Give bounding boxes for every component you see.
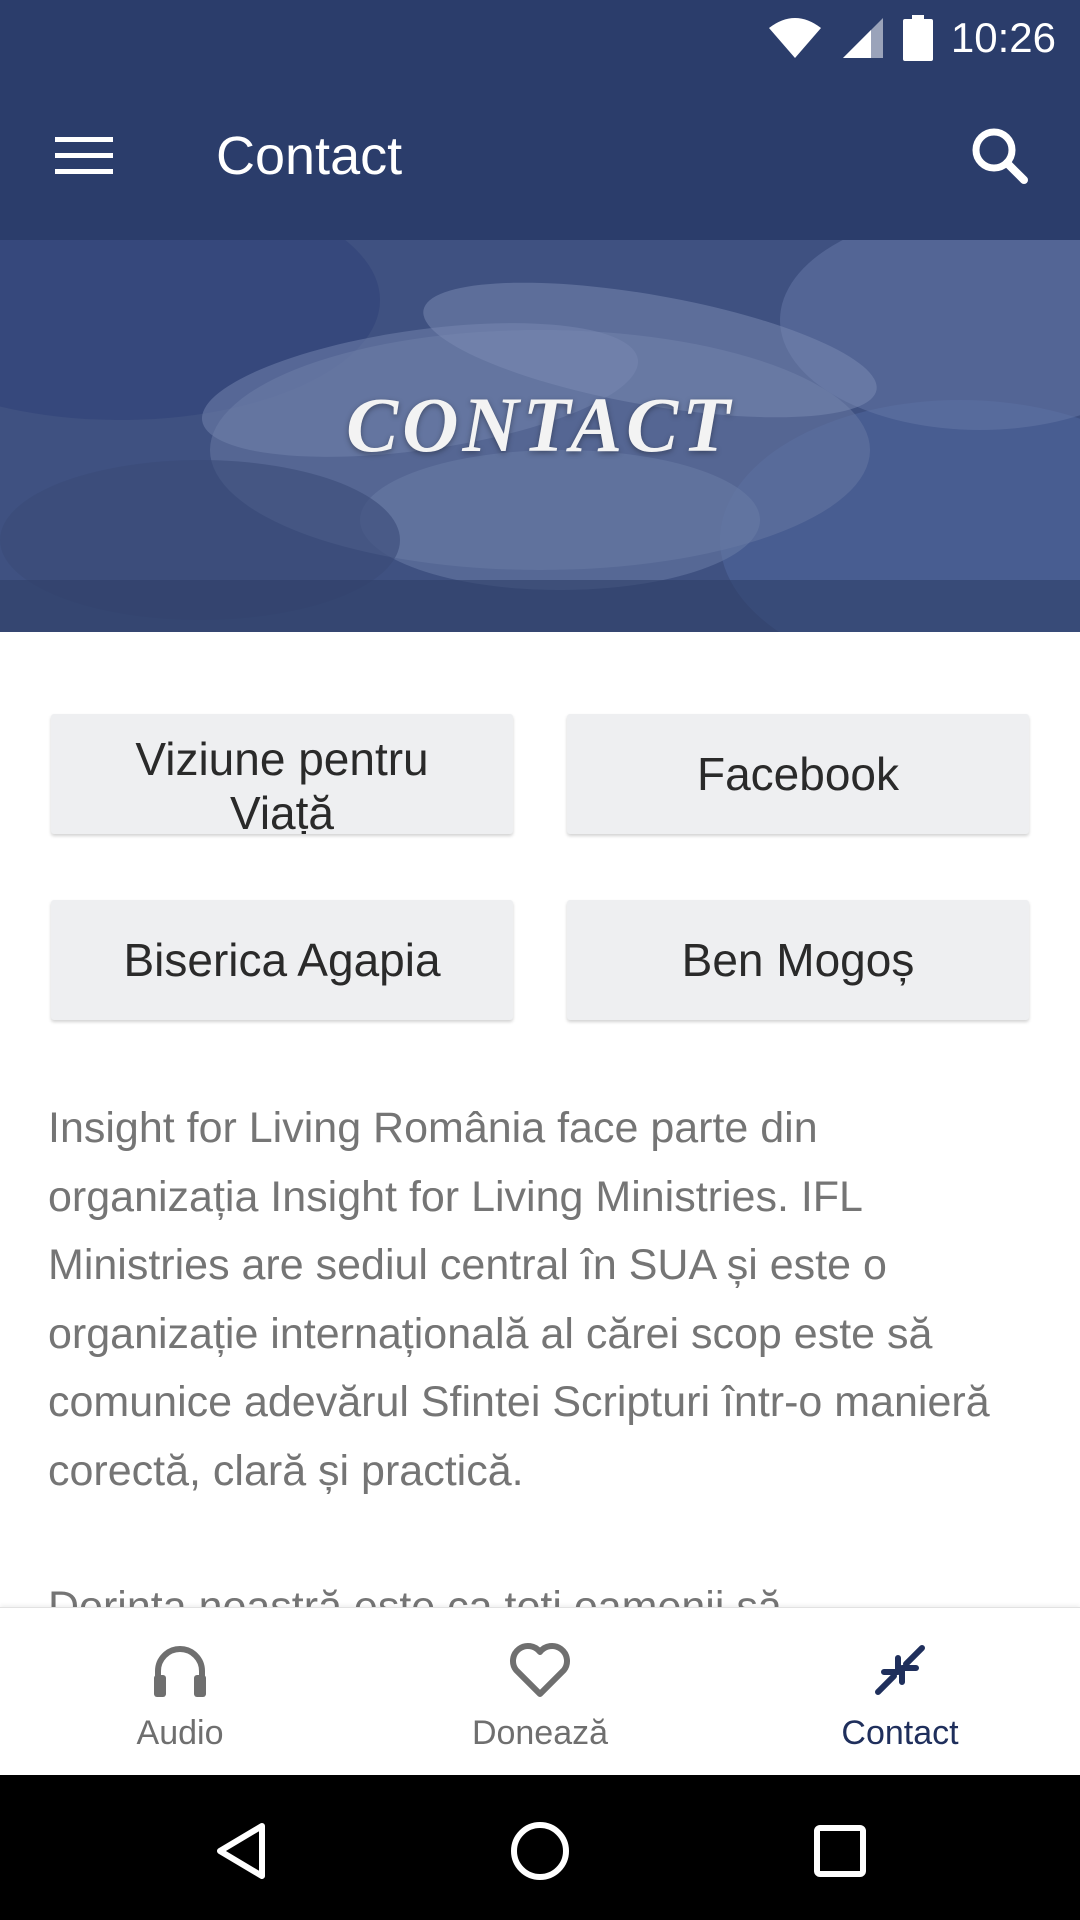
hamburger-menu-icon xyxy=(55,137,113,174)
page-title: Contact xyxy=(216,126,403,186)
cell-signal-icon xyxy=(842,18,883,58)
button-label: Facebook xyxy=(696,748,899,800)
vision-for-life-button[interactable]: Viziune pentru Viață xyxy=(51,714,513,834)
recents-square-icon xyxy=(814,1825,866,1877)
status-bar: 10:26 xyxy=(0,0,1080,76)
hero-banner: CONTACT xyxy=(0,240,1080,632)
nav-item-contact[interactable]: Contact xyxy=(720,1608,1080,1775)
search-icon xyxy=(972,128,1028,184)
app-bar: Contact xyxy=(0,76,1080,240)
bottom-navigation: Audio Donează Contact xyxy=(0,1607,1080,1775)
headphones-icon xyxy=(154,1646,206,1697)
nav-item-donate[interactable]: Donează xyxy=(360,1608,720,1775)
wifi-icon xyxy=(768,18,821,58)
back-triangle-icon xyxy=(217,1823,265,1879)
status-time: 10:26 xyxy=(950,14,1056,61)
about-paragraph: Dorința noastră este ca toți oamenii să xyxy=(48,1583,782,1607)
search-button[interactable] xyxy=(956,112,1044,200)
agapia-church-button[interactable]: Biserica Agapia xyxy=(51,900,513,1020)
nav-label-audio: Audio xyxy=(136,1714,224,1752)
recents-button[interactable] xyxy=(800,1811,880,1891)
hero-title: CONTACT xyxy=(346,381,734,468)
back-button[interactable] xyxy=(200,1811,280,1891)
facebook-button[interactable]: Facebook xyxy=(567,714,1029,834)
heart-icon xyxy=(510,1643,570,1697)
home-circle-icon xyxy=(511,1822,569,1880)
system-navigation-bar xyxy=(0,1775,1080,1920)
contact-arrows-icon xyxy=(875,1645,925,1695)
menu-button[interactable] xyxy=(40,116,128,196)
about-paragraph: Insight for Living România face parte di… xyxy=(48,1104,990,1495)
nav-label-contact: Contact xyxy=(841,1714,959,1752)
home-button[interactable] xyxy=(500,1811,580,1891)
button-label: Ben Mogoș xyxy=(681,934,915,986)
button-label: Biserica Agapia xyxy=(123,934,441,986)
content-scroll-area[interactable]: Insight for Living România face parte di… xyxy=(0,1060,1080,1607)
ben-mogos-button[interactable]: Ben Mogoș xyxy=(567,900,1029,1020)
nav-label-donate: Donează xyxy=(471,1714,609,1752)
nav-item-audio[interactable]: Audio xyxy=(0,1608,360,1775)
about-text: Insight for Living România face parte di… xyxy=(48,1094,1008,1607)
status-icons: 10:26 xyxy=(767,14,1056,62)
battery-icon xyxy=(902,15,933,61)
button-label: Viziune pentru Viață xyxy=(135,733,429,834)
